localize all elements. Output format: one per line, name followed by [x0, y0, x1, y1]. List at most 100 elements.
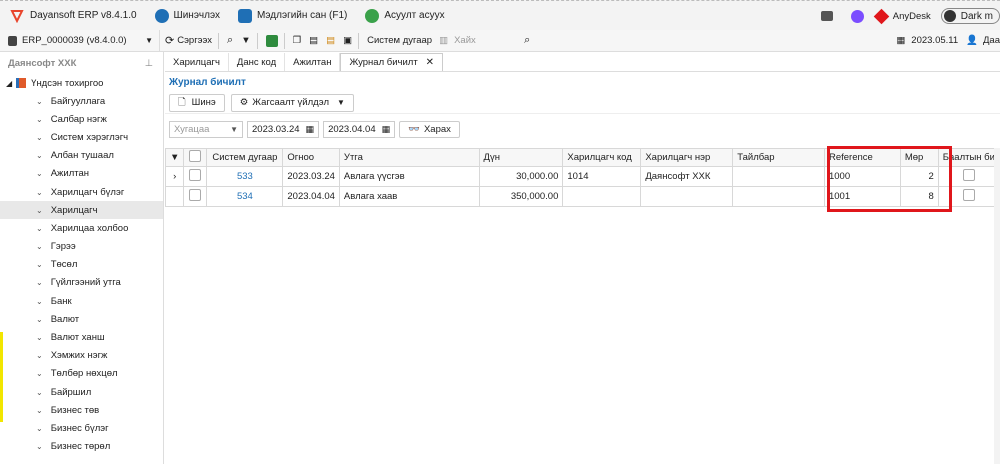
sidebar-item-label: Систем хэрэглэгч — [50, 131, 129, 143]
action-bar: 🗋 Шинэ ⚙ Жагсаалт үйлдэл ▼ — [165, 92, 1000, 114]
list-action-button[interactable]: ⚙ Жагсаалт үйлдэл ▼ — [230, 93, 354, 112]
sidebar-item[interactable]: ⌄ Харилцаа холбоо — [0, 219, 163, 237]
folder-icon — [16, 78, 27, 88]
sidebar-item[interactable]: ⌄ Систем хэрэглэгч — [0, 128, 163, 146]
dark-mode-toggle[interactable]: Dark m — [940, 8, 1000, 24]
row-checkbox[interactable] — [183, 166, 208, 187]
sidebar-item-label: Гэрээ — [50, 241, 76, 253]
chevron-down-icon: ⌄ — [36, 96, 43, 106]
sidebar-item[interactable]: ⌄ Ажилтан — [0, 165, 163, 183]
window-icon[interactable]: ▣ — [340, 32, 355, 50]
menu-refresh[interactable]: Шинэчлэх — [154, 8, 220, 23]
sidebar-item[interactable]: ⌄ Харилцагч — [0, 201, 163, 220]
tab-journal-entry[interactable]: Журнал бичилт ✕ — [340, 53, 444, 71]
sidebar-item-label: Ажилтан — [50, 168, 90, 180]
sidebar-item[interactable]: ⌄ Төлбөр нөхцөл — [0, 365, 163, 383]
menu-ask-question[interactable]: Асуулт асуух — [365, 8, 445, 23]
search-icon[interactable]: ⌕ — [224, 32, 236, 50]
work-date[interactable]: 2023.05.11 — [911, 35, 958, 46]
sidebar-item[interactable]: ⌄ Байгууллага — [0, 92, 163, 110]
search-go-icon[interactable]: ⌕ — [521, 32, 533, 50]
date-to-input[interactable]: 2023.04.04 ▦ — [323, 120, 396, 138]
sidebar-item[interactable]: ⌄ Бизнес төв — [0, 401, 163, 419]
sidebar-item[interactable]: ⌄ Гүйлгээний утга — [0, 274, 163, 292]
col-note[interactable]: Тайлбар — [732, 148, 825, 167]
col-date[interactable]: Огноо — [282, 148, 340, 167]
system-number-link[interactable]: 534 — [206, 186, 284, 207]
menu-knowledge-base[interactable]: Мэдлэгийн сан (F1) — [237, 8, 347, 23]
col-system-number[interactable]: Систем дугаар — [206, 148, 284, 167]
cell-date: 2023.04.04 — [282, 186, 340, 207]
sidebar-item-label: Албан тушаал — [50, 150, 114, 162]
refresh-button[interactable]: ⟳ Сэргээх — [162, 32, 215, 50]
gear-icon — [154, 8, 169, 23]
anydesk-label[interactable]: AnyDesk — [893, 11, 931, 22]
sidebar-item[interactable]: ⌄ Байршил — [0, 383, 163, 401]
messenger-icon[interactable] — [850, 9, 864, 23]
tab-partner[interactable]: Харилцагч — [165, 53, 229, 71]
sidebar-item[interactable]: ⌄ Валют ханш — [0, 328, 163, 346]
user-label[interactable]: Даа — [983, 35, 1000, 46]
pin-icon[interactable]: ⊥ — [145, 58, 153, 69]
sidebar-item[interactable]: ⌄ Бизнес бүлэг — [0, 419, 163, 437]
sidebar-item[interactable]: ⌄ Төсөл — [0, 256, 163, 274]
divider — [358, 32, 360, 49]
paste-icon[interactable]: ▤ — [306, 32, 321, 50]
sidebar-item[interactable]: ⌄ Валют — [0, 310, 163, 328]
col-partner-name[interactable]: Харилцагч нэр — [640, 148, 734, 167]
tab-bar: Харилцагч Данс код Ажилтан Журнал бичилт… — [165, 52, 1000, 72]
col-description[interactable]: Утга — [338, 148, 480, 167]
system-number-link[interactable]: 533 — [206, 166, 284, 187]
row-expand-icon[interactable]: › — [164, 166, 185, 187]
view-button[interactable]: 👓 Харах — [399, 120, 460, 138]
sidebar-item[interactable]: ⌄ Хэмжих нэгж — [0, 347, 163, 365]
sidebar-item[interactable]: ⌄ Албан тушаал — [0, 147, 163, 165]
new-button[interactable]: 🗋 Шинэ — [169, 93, 225, 112]
close-icon[interactable]: ✕ — [426, 57, 434, 68]
chevron-down-icon: ⌄ — [36, 369, 43, 379]
user-icon[interactable]: 👤 — [966, 35, 978, 46]
excel-icon[interactable] — [263, 32, 281, 50]
filter-column-icon[interactable]: ▼ — [164, 148, 185, 167]
barcode-icon: ▥ — [439, 35, 449, 46]
collapse-icon[interactable]: ◢ — [6, 79, 12, 88]
anydesk-icon[interactable] — [873, 8, 890, 24]
cell-note — [732, 166, 825, 187]
toggle-knob — [943, 10, 956, 22]
sidebar-item-label: Бизнес төв — [50, 404, 100, 416]
calendar-icon[interactable]: ▦ — [896, 35, 905, 46]
calendar-icon[interactable]: ▦ — [382, 124, 391, 135]
sidebar-item-label: Төлбөр нөхцөл — [50, 368, 118, 380]
sidebar-item[interactable]: ⌄ Гэрээ — [0, 238, 163, 256]
row-checkbox[interactable] — [183, 186, 208, 207]
vertical-scrollbar[interactable] — [994, 148, 1000, 464]
database-select[interactable]: ERP_0000039 (v8.4.0.0) ▼ — [0, 29, 160, 52]
cell-date: 2023.03.24 — [282, 166, 340, 187]
sidebar-item[interactable]: ⌄ Бизнес төрөл — [0, 438, 163, 456]
date-from-input[interactable]: 2023.03.24 ▦ — [247, 120, 320, 138]
chevron-down-icon: ⌄ — [36, 405, 43, 415]
tab-employee[interactable]: Ажилтан — [285, 53, 341, 71]
camera-icon[interactable] — [820, 11, 833, 21]
col-partner-code[interactable]: Харилцагч код — [562, 148, 642, 167]
paste-special-icon[interactable]: ▤ — [323, 32, 338, 50]
sidebar-item[interactable]: ⌄ Харилцагч бүлэг — [0, 183, 163, 201]
sidebar-item[interactable]: ⌄ Салбар нэгж — [0, 110, 163, 128]
red-highlight-box — [827, 146, 952, 212]
search-input[interactable]: ▥ Хайх — [439, 33, 519, 48]
divider — [218, 32, 220, 49]
tree-root-basic-settings[interactable]: ◢ Үндсэн тохиргоо — [0, 74, 163, 92]
filter-icon[interactable]: ▼ — [238, 32, 253, 50]
col-amount[interactable]: Дүн — [478, 148, 564, 167]
period-select[interactable]: Хугацаа ▼ — [169, 120, 243, 138]
select-all-checkbox[interactable] — [183, 148, 208, 167]
copy-icon[interactable]: ❐ — [290, 32, 305, 50]
calendar-icon[interactable]: ▦ — [306, 124, 315, 135]
sidebar-item-label: Харилцагч бүлэг — [50, 186, 125, 198]
document-icon: 🗋 — [178, 96, 186, 108]
tab-account-code[interactable]: Данс код — [229, 53, 286, 71]
sidebar-item-label: Валют ханш — [50, 332, 105, 344]
chevron-down-icon: ⌄ — [36, 387, 43, 397]
chevron-down-icon: ⌄ — [36, 442, 43, 452]
sidebar-item[interactable]: ⌄ Банк — [0, 292, 163, 310]
